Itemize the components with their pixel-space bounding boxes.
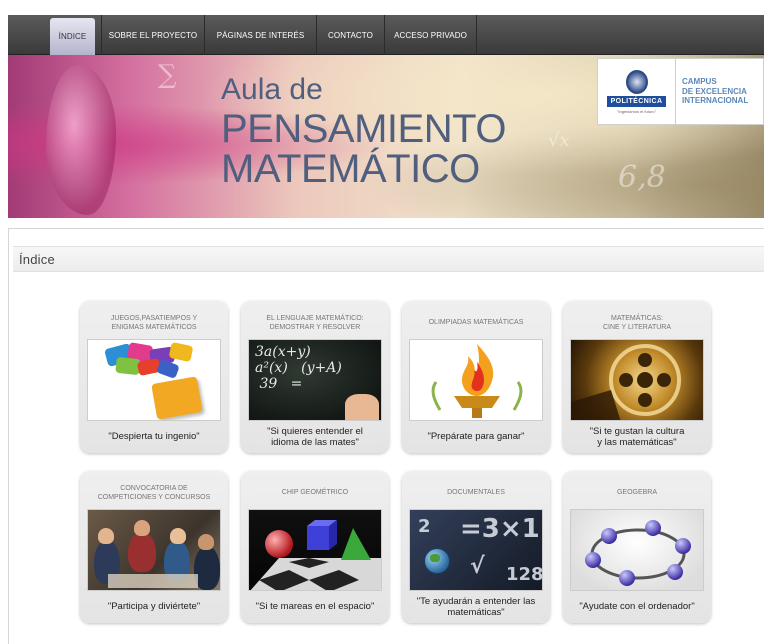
university-crest-icon	[625, 69, 648, 94]
math-decoration: √x	[548, 130, 570, 151]
nav-item-contacto[interactable]: CONTACTO	[317, 15, 385, 55]
campus-line2: DE EXCELENCIA	[682, 86, 747, 96]
card-caption: "Te ayudarán a entender las matemáticas"	[416, 595, 536, 618]
card-caption: "Si te mareas en el espacio"	[255, 601, 375, 613]
nav-item-indice[interactable]: ÍNDICE	[50, 18, 95, 55]
card-title: CONVOCATORIA DE COMPETICIONES Y CONCURSO…	[97, 484, 211, 501]
geogebra-image	[570, 509, 704, 591]
card-title: CHIP GEOMÉTRICO	[281, 489, 349, 497]
chalkboard-image: 3a(x+y) a²(x) (y+A) 39 =	[248, 339, 382, 421]
card-convocatoria[interactable]: CONVOCATORIA DE COMPETICIONES Y CONCURSO…	[80, 471, 228, 623]
puzzle-image	[87, 339, 221, 421]
card-caption: "Prepárate para ganar"	[427, 431, 525, 443]
card-documentales[interactable]: DOCUMENTALES =3×1 2 128 √ "Te ayudarán a…	[402, 471, 550, 623]
nav-item-acceso-privado[interactable]: ACCESO PRIVADO	[385, 15, 477, 55]
documentary-image: =3×1 2 128 √	[409, 509, 543, 591]
card-cine-literatura[interactable]: MATEMÁTICAS: CINE Y LITERATURA "Si te gu…	[563, 301, 711, 453]
card-caption: "Si te gustan la cultura y las matemátic…	[589, 425, 685, 448]
card-juegos[interactable]: JUEGOS,PASATIEMPOS Y ENIGMAS MATEMÁTICOS…	[80, 301, 228, 453]
students-image	[87, 509, 221, 591]
card-lenguaje[interactable]: EL LENGUAJE MATEMÁTICO: DEMOSTRAR Y RESO…	[241, 301, 389, 453]
upm-logo: POLITÉCNICA "Ingeniamos el futuro"	[598, 59, 676, 124]
campus-excelencia-text: CAMPUS DE EXCELENCIA INTERNACIONAL	[676, 77, 748, 106]
section-title: Índice	[19, 251, 55, 267]
card-title: JUEGOS,PASATIEMPOS Y ENIGMAS MATEMÁTICOS	[110, 314, 198, 331]
main-content: Índice JUEGOS,PASATIEMPOS Y ENIGMAS MATE…	[8, 228, 764, 644]
card-caption: "Ayudate con el ordenador"	[579, 601, 695, 613]
campus-line3: INTERNACIONAL	[682, 96, 749, 106]
card-caption: "Si quieres entender el idioma de las ma…	[267, 425, 363, 448]
geometry-image	[248, 509, 382, 591]
banner-title-line3: MATEMÁTICO	[221, 147, 480, 191]
card-title: OLIMPIADAS MATEMÁTICAS	[428, 319, 524, 327]
card-olimpiadas[interactable]: OLIMPIADAS MATEMÁTICAS "Prepárate para g…	[402, 301, 550, 453]
banner-title-line2: PENSAMIENTO	[221, 107, 506, 151]
card-caption: "Despierta tu ingenio"	[108, 431, 200, 443]
card-caption: "Participa y diviértete"	[107, 601, 201, 613]
nav-item-paginas-de-interes[interactable]: PÁGINAS DE INTERÉS	[205, 15, 317, 55]
campus-line1: CAMPUS	[682, 77, 717, 87]
top-navigation: ÍNDICE SOBRE EL PROYECTO PÁGINAS DE INTE…	[8, 15, 764, 55]
silhouette-decoration	[46, 65, 116, 215]
card-geogebra[interactable]: GEOGEBRA "Ayudate con el ordenador"	[563, 471, 711, 623]
campus-logo-box[interactable]: POLITÉCNICA "Ingeniamos el futuro" CAMPU…	[597, 58, 764, 125]
math-decoration: 6,8	[618, 160, 666, 195]
header-banner: ∑ 6,8 √x Aula de PENSAMIENTO MATEMÁTICO …	[8, 55, 764, 218]
math-decoration: ∑	[158, 60, 177, 90]
card-title: GEOGEBRA	[616, 489, 658, 497]
nav-item-sobre-el-proyecto[interactable]: SOBRE EL PROYECTO	[101, 15, 205, 55]
card-title: DOCUMENTALES	[447, 489, 505, 497]
banner-title: Aula de PENSAMIENTO MATEMÁTICO	[221, 73, 506, 191]
card-title: MATEMÁTICAS: CINE Y LITERATURA	[602, 314, 672, 331]
university-tagline: "Ingeniamos el futuro"	[616, 108, 657, 114]
film-reel-image	[570, 339, 704, 421]
olympic-flame-image	[409, 339, 543, 421]
university-name: POLITÉCNICA	[606, 95, 667, 107]
banner-title-line1: Aula de	[221, 73, 323, 106]
card-chip-geometrico[interactable]: CHIP GEOMÉTRICO "Si te mareas en el espa…	[241, 471, 389, 623]
section-header: Índice	[13, 246, 764, 272]
card-title: EL LENGUAJE MATEMÁTICO: DEMOSTRAR Y RESO…	[266, 314, 364, 331]
